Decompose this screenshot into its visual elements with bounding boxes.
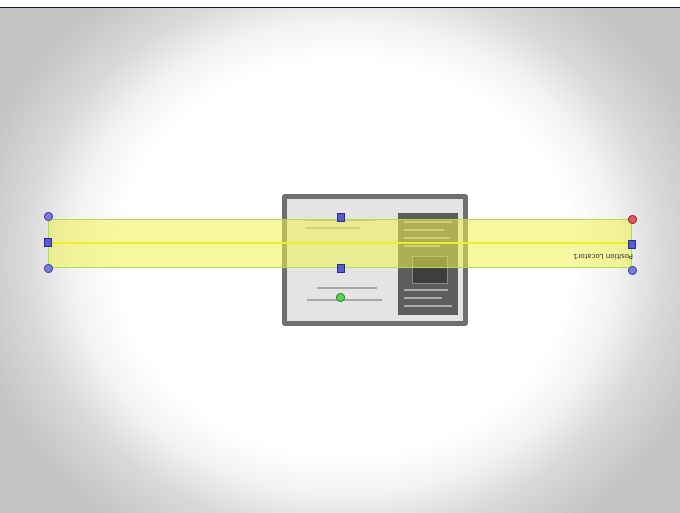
label-line <box>404 289 448 291</box>
label-line <box>404 305 452 307</box>
region-edge-handle-bottom[interactable] <box>337 264 345 273</box>
tool-label: Position Locator1 <box>573 252 634 260</box>
region-edge-handle-left[interactable] <box>44 238 52 247</box>
viewport-top-border <box>0 0 680 8</box>
region-rotation-handle[interactable] <box>628 215 637 224</box>
region-corner-handle-top-left[interactable] <box>44 212 53 221</box>
region-edge-handle-top[interactable] <box>337 213 345 222</box>
label-line <box>404 297 442 299</box>
vision-viewport: Position Locator1 <box>0 0 680 513</box>
region-corner-handle-bottom-left[interactable] <box>44 264 53 273</box>
region-edge-handle-right[interactable] <box>628 240 636 249</box>
region-corner-handle-bottom-right[interactable] <box>628 266 637 275</box>
locator-center-line[interactable] <box>48 242 632 244</box>
region-origin-handle[interactable] <box>336 293 345 302</box>
part-print-line <box>317 287 377 289</box>
